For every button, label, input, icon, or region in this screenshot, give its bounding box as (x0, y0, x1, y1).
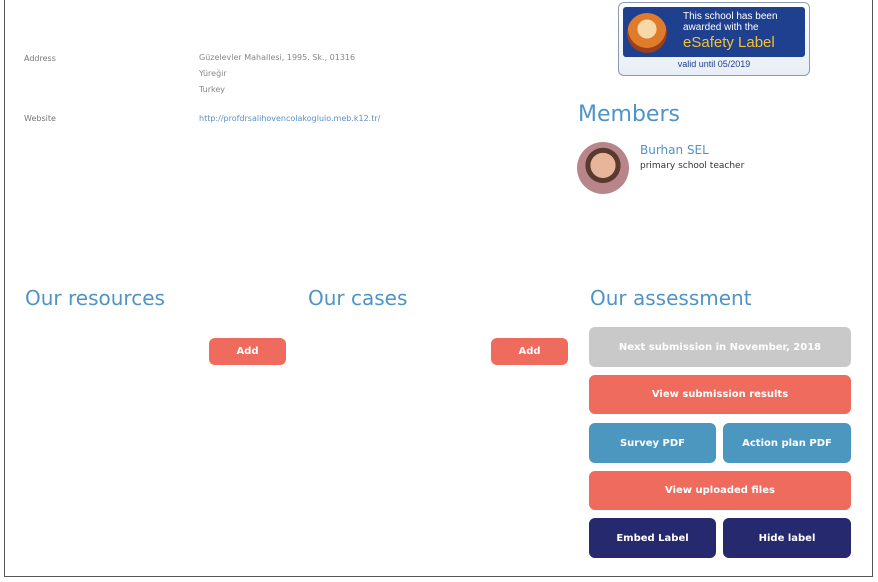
address-line-3: Turkey (199, 85, 226, 94)
action-plan-pdf-button[interactable]: Action plan PDF (723, 423, 851, 463)
survey-pdf-button[interactable]: Survey PDF (589, 423, 716, 463)
view-uploaded-files-button[interactable]: View uploaded files (589, 471, 851, 510)
badge-title: eSafety Label (683, 34, 775, 51)
view-submission-results-button[interactable]: View submission results (589, 375, 851, 414)
assessment-heading: Our assessment (590, 286, 752, 310)
badge-validity: valid until 05/2019 (677, 59, 751, 69)
add-case-button[interactable]: Add (491, 338, 568, 365)
next-submission-button: Next submission in November, 2018 (589, 327, 851, 367)
address-label: Address (24, 54, 56, 63)
members-heading: Members (578, 102, 680, 127)
member-role: primary school teacher (640, 161, 745, 171)
badge-panel: This school has been awarded with the eS… (623, 7, 805, 57)
embed-label-button[interactable]: Embed Label (589, 518, 716, 558)
website-label: Website (24, 114, 56, 123)
address-line-2: Yüreğir (199, 69, 227, 78)
hide-label-button[interactable]: Hide label (723, 518, 851, 558)
esafety-label-badge: This school has been awarded with the eS… (618, 2, 810, 76)
badge-text-line-2: awarded with the (683, 22, 759, 33)
add-resource-button[interactable]: Add (209, 338, 286, 365)
address-line-1: Güzelevler Mahallesi, 1995. Sk., 01316 (199, 53, 356, 62)
website-link[interactable]: http://profdrsalihovencolakogluio.meb.k1… (199, 114, 380, 123)
member-name-link[interactable]: Burhan SEL (640, 143, 709, 157)
avatar[interactable] (577, 142, 629, 194)
esafety-logo-icon (627, 13, 667, 53)
cases-heading: Our cases (308, 286, 408, 310)
badge-text-line-1: This school has been (683, 11, 778, 22)
resources-heading: Our resources (25, 286, 165, 310)
